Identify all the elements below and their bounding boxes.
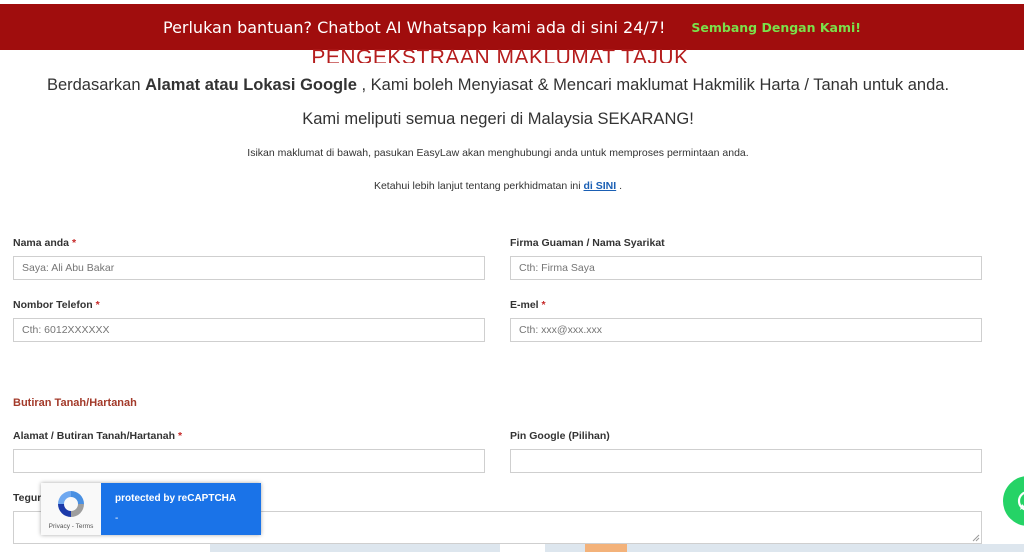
- name-label: Nama anda *: [13, 237, 76, 249]
- bottom-strip: [0, 544, 1024, 552]
- recaptcha-text: protected by reCAPTCHA: [115, 493, 237, 504]
- bottom-strip-segment: [585, 544, 627, 552]
- address-label-text: Alamat / Butiran Tanah/Hartanah: [13, 430, 176, 442]
- required-marker: *: [95, 299, 100, 311]
- required-marker: *: [71, 237, 77, 249]
- recaptcha-logo-icon: [58, 491, 84, 517]
- email-input[interactable]: [510, 318, 982, 342]
- recaptcha-dash: -: [115, 513, 119, 524]
- chat-with-us-link[interactable]: Sembang Dengan Kami!: [691, 20, 861, 35]
- learn-more-link[interactable]: di SINI: [584, 180, 617, 192]
- page-title: PENGEKSTRAAN MAKLUMAT TAJUK: [311, 46, 689, 63]
- name-input[interactable]: [13, 256, 485, 280]
- recaptcha-badge[interactable]: Privacy - Terms protected by reCAPTCHA -: [41, 483, 261, 535]
- firm-label: Firma Guaman / Nama Syarikat: [510, 237, 665, 249]
- recaptcha-logo-area: Privacy - Terms: [41, 483, 101, 535]
- email-label-text: E-mel: [510, 299, 539, 311]
- phone-input[interactable]: [13, 318, 485, 342]
- intro-line-1-bold: Alamat atau Lokasi Google: [145, 76, 357, 94]
- intro-line-3: Isikan maklumat di bawah, pasukan EasyLa…: [247, 147, 749, 159]
- resize-handle-icon[interactable]: [972, 534, 980, 542]
- email-label: E-mel *: [510, 299, 546, 311]
- intro-line-4-suffix: .: [616, 180, 623, 192]
- bottom-strip-segment: [545, 544, 585, 552]
- address-label: Alamat / Butiran Tanah/Hartanah *: [13, 430, 182, 442]
- name-label-text: Nama anda: [13, 237, 70, 249]
- address-input[interactable]: [13, 449, 485, 473]
- intro-line-4: Ketahui lebih lanjut tentang perkhidmata…: [0, 180, 996, 192]
- whatsapp-chat-button[interactable]: [1003, 476, 1024, 526]
- section-title: Butiran Tanah/Hartanah: [13, 397, 137, 409]
- pin-label: Pin Google (Pilihan): [510, 430, 610, 442]
- recaptcha-label-area: protected by reCAPTCHA -: [101, 483, 261, 535]
- phone-label: Nombor Telefon *: [13, 299, 100, 311]
- google-pin-input[interactable]: [510, 449, 982, 473]
- intro-line-4-prefix: Ketahui lebih lanjut tentang perkhidmata…: [373, 180, 584, 192]
- bottom-strip-segment: [627, 544, 1024, 552]
- intro-line-1-prefix: Berdasarkan: [46, 76, 146, 94]
- intro-line-1-suffix: , Kami boleh Menyiasat & Mencari makluma…: [356, 76, 950, 94]
- intro-line-1: Berdasarkan Alamat atau Lokasi Google , …: [0, 76, 996, 95]
- recaptcha-privacy-terms[interactable]: Privacy - Terms: [49, 523, 94, 530]
- banner-text: Perlukan bantuan? Chatbot AI Whatsapp ka…: [162, 17, 666, 37]
- bottom-strip-segment: [210, 544, 500, 552]
- intro-line-2: Kami meliputi semua negeri di Malaysia S…: [302, 110, 694, 128]
- required-marker: *: [541, 299, 546, 311]
- phone-label-text: Nombor Telefon: [13, 299, 93, 311]
- whatsapp-icon: [1017, 491, 1024, 511]
- firm-input[interactable]: [510, 256, 982, 280]
- required-marker: *: [177, 430, 183, 442]
